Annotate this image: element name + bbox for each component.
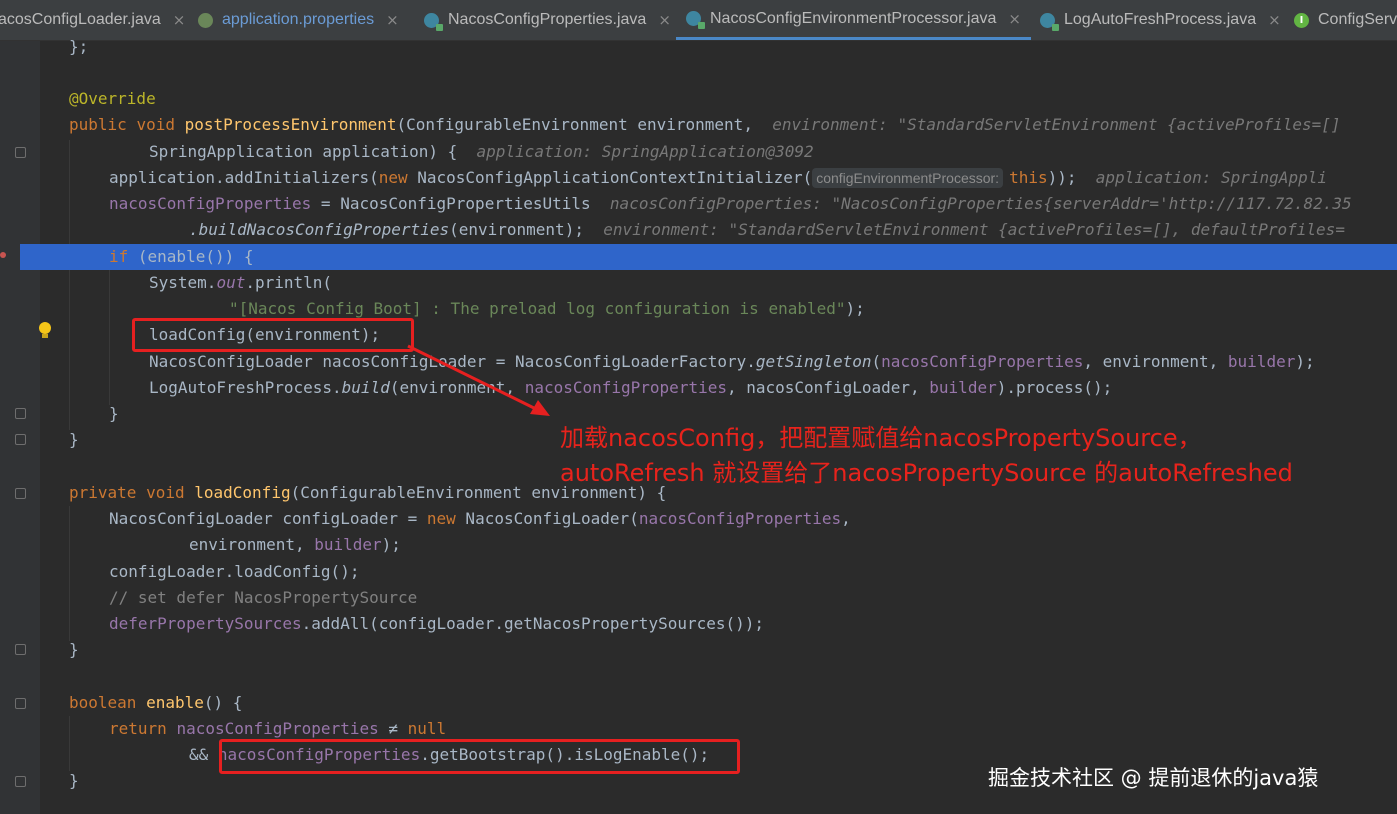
annotation-arrow: [407, 344, 550, 416]
annotation-text-line2: autoRefresh 就设置给了nacosPropertySource 的au…: [560, 459, 1293, 487]
annotation-text-line1: 加载nacosConfig，把配置赋值给nacosPropertySource，: [560, 424, 1202, 452]
watermark: 掘金技术社区 @ 提前退休的java猿: [988, 766, 1319, 790]
